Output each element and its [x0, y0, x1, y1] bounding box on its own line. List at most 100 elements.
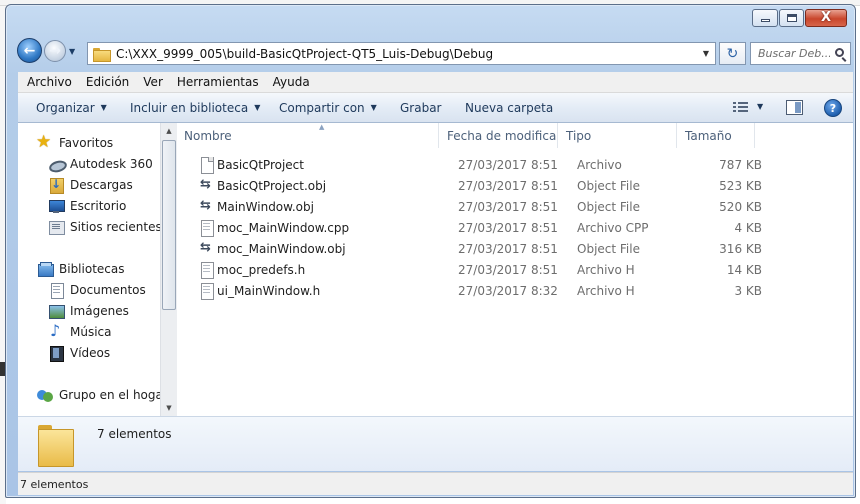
help-icon[interactable]: ?	[824, 99, 842, 117]
search-icon[interactable]	[835, 48, 844, 57]
nav-item-documentos[interactable]: Documentos	[48, 280, 146, 300]
autodesk-360-icon	[48, 156, 64, 172]
burn-button[interactable]: Grabar	[400, 101, 442, 115]
file-row[interactable]: BasicQtProject.obj 27/03/2017 8:51 Objec…	[196, 176, 776, 197]
menu-ayuda[interactable]: Ayuda	[266, 75, 317, 89]
details-pane: 7 elementos	[18, 416, 853, 471]
view-options-dropdown[interactable]: ▼	[757, 102, 763, 111]
refresh-icon: ↻	[726, 45, 739, 62]
videos-icon	[48, 345, 64, 362]
file-size: 316 KB	[719, 242, 762, 256]
file-icon	[200, 157, 214, 174]
search-box[interactable]	[750, 42, 851, 65]
back-button[interactable]: ←	[17, 38, 42, 63]
file-row[interactable]: moc_MainWindow.cpp 27/03/2017 8:51 Archi…	[196, 218, 776, 239]
chevron-down-icon: ▼	[370, 103, 377, 112]
file-name: moc_MainWindow.cpp	[217, 221, 350, 235]
preview-pane-icon[interactable]	[786, 100, 803, 115]
nav-item-autodesk-360[interactable]: Autodesk 360	[48, 154, 153, 174]
file-date: 27/03/2017 8:32	[458, 284, 558, 298]
column-header-type[interactable]: Tipo	[558, 123, 677, 148]
file-date: 27/03/2017 8:51	[458, 242, 558, 256]
documents-icon	[48, 282, 64, 299]
recent-places-icon	[48, 219, 65, 235]
nav-item-sitios-recientes[interactable]: Sitios recientes	[48, 217, 162, 237]
column-header-size[interactable]: Tamaño	[677, 123, 755, 148]
address-dropdown-icon[interactable]: ▼	[697, 49, 715, 58]
column-header-name[interactable]: Nombre	[177, 123, 439, 148]
nav-label: Imágenes	[70, 304, 129, 318]
file-name: ui_MainWindow.h	[217, 284, 321, 298]
menu-ver[interactable]: Ver	[136, 75, 170, 89]
nav-libraries-header[interactable]: Bibliotecas	[37, 259, 124, 279]
file-row[interactable]: moc_predefs.h 27/03/2017 8:51 Archivo H …	[196, 260, 776, 281]
file-type: Archivo H	[577, 284, 635, 298]
music-icon	[48, 321, 64, 340]
recent-pages-dropdown[interactable]: ▼	[69, 47, 75, 56]
nav-item-escritorio[interactable]: Escritorio	[48, 196, 126, 216]
column-header-date[interactable]: Fecha de modifica...	[439, 123, 558, 148]
file-name: moc_MainWindow.obj	[217, 242, 346, 256]
scroll-up-icon[interactable]: ▲	[161, 123, 177, 139]
navigation-scrollbar[interactable]: ▲ ▼	[160, 123, 177, 416]
navigation-pane: Favoritos Autodesk 360 Descargas Escrito…	[18, 123, 162, 416]
file-size: 3 KB	[734, 284, 762, 298]
minimize-button[interactable]	[752, 9, 778, 27]
file-date: 27/03/2017 8:51	[458, 179, 558, 193]
file-type: Archivo CPP	[577, 221, 649, 235]
file-date: 27/03/2017 8:51	[458, 200, 558, 214]
nav-label: Sitios recientes	[70, 220, 162, 234]
file-size: 14 KB	[726, 263, 762, 277]
file-size: 4 KB	[734, 221, 762, 235]
desktop-icon	[48, 198, 65, 214]
nav-item-musica[interactable]: Música	[48, 321, 112, 342]
menu-edicion[interactable]: Edición	[79, 75, 136, 89]
forward-button[interactable]: →	[44, 40, 66, 62]
minimize-icon	[760, 19, 770, 22]
address-path[interactable]: C:\XXX_9999_005\build-BasicQtProject-QT5…	[116, 47, 697, 61]
window-controls: X	[752, 9, 847, 27]
include-in-library-button[interactable]: Incluir en biblioteca ▼	[130, 101, 260, 115]
maximize-button[interactable]	[779, 9, 804, 27]
file-row[interactable]: ui_MainWindow.h 27/03/2017 8:32 Archivo …	[196, 281, 776, 302]
explorer-window: X ← → ▼ C:\XXX_9999_005\build-BasicQtPro…	[5, 4, 856, 498]
nav-item-videos[interactable]: Vídeos	[48, 343, 110, 363]
text-file-icon	[200, 220, 214, 237]
scroll-down-icon[interactable]: ▼	[161, 400, 177, 416]
nav-label: Documentos	[70, 283, 146, 297]
scrollbar-thumb[interactable]	[162, 140, 176, 310]
menu-archivo[interactable]: Archivo	[18, 75, 79, 89]
file-row[interactable]: moc_MainWindow.obj 27/03/2017 8:51 Objec…	[196, 239, 776, 260]
nav-label: Vídeos	[70, 346, 111, 360]
file-name: BasicQtProject.obj	[217, 179, 327, 193]
refresh-button[interactable]: ↻	[719, 42, 746, 65]
status-item-count: 7 elementos	[20, 477, 89, 491]
close-button[interactable]: X	[805, 9, 847, 27]
nav-label: Música	[70, 325, 112, 339]
nav-item-descargas[interactable]: Descargas	[48, 175, 133, 195]
file-date: 27/03/2017 8:51	[458, 221, 558, 235]
address-bar[interactable]: C:\XXX_9999_005\build-BasicQtProject-QT5…	[87, 42, 716, 65]
burn-label: Grabar	[400, 100, 442, 115]
menu-herramientas[interactable]: Herramientas	[170, 75, 266, 89]
object-file-icon	[200, 177, 214, 194]
file-type: Object File	[577, 179, 640, 193]
file-row[interactable]: BasicQtProject 27/03/2017 8:51 Archivo 7…	[196, 155, 776, 176]
new-folder-label: Nueva carpeta	[465, 100, 554, 115]
nav-favorites-header[interactable]: Favoritos	[36, 132, 113, 153]
organize-button[interactable]: Organizar ▼	[36, 101, 107, 115]
search-input[interactable]	[758, 47, 830, 60]
new-folder-button[interactable]: Nueva carpeta	[465, 101, 553, 115]
details-item-count: 7 elementos	[97, 427, 172, 441]
object-file-icon	[200, 240, 214, 257]
nav-label: Autodesk 360	[70, 157, 153, 171]
share-with-button[interactable]: Compartir con ▼	[279, 101, 377, 115]
file-date: 27/03/2017 8:51	[458, 263, 558, 277]
nav-homegroup[interactable]: Grupo en el hogar	[37, 385, 162, 405]
text-file-icon	[200, 283, 214, 300]
downloads-icon	[48, 177, 64, 194]
file-row[interactable]: MainWindow.obj 27/03/2017 8:51 Object Fi…	[196, 197, 776, 218]
file-name: BasicQtProject	[217, 158, 304, 172]
change-view-icon[interactable]	[733, 102, 748, 114]
nav-item-imagenes[interactable]: Imágenes	[48, 301, 129, 321]
